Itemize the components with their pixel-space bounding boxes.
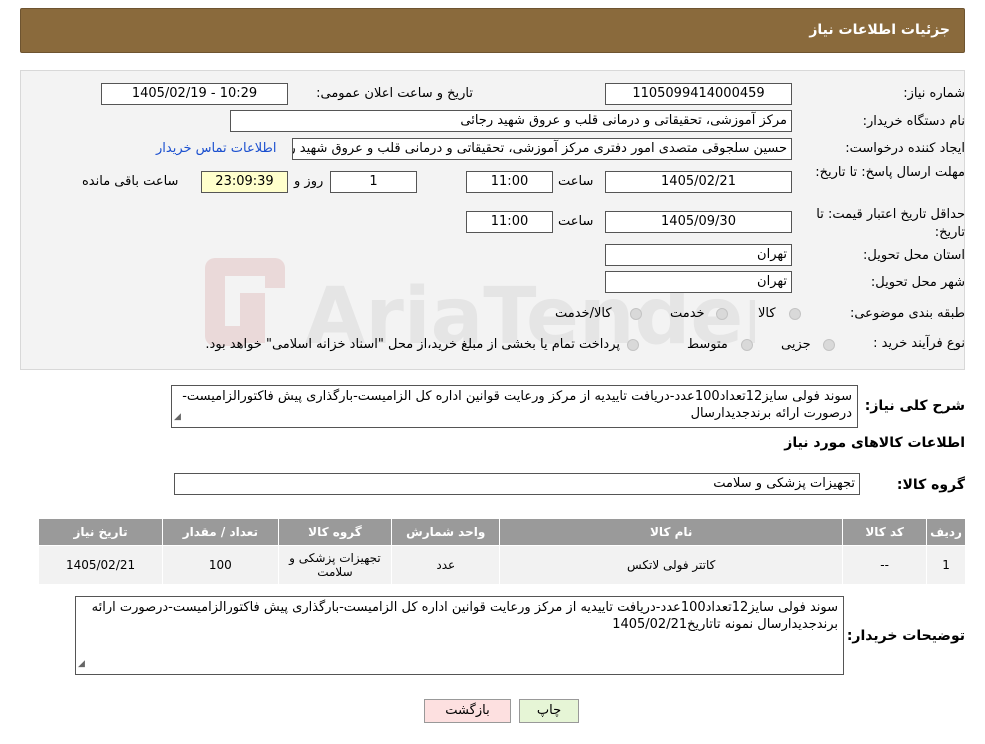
process-type-label: نوع فرآیند خرید : bbox=[873, 336, 965, 351]
requester-field[interactable]: حسین سلجوقی متصدی امور دفتری مرکز آموزشی… bbox=[292, 138, 792, 160]
print-button[interactable]: چاپ bbox=[519, 699, 579, 723]
category-goods-service-radio[interactable] bbox=[630, 308, 642, 320]
need-number-field[interactable]: 1105099414000459 bbox=[605, 83, 792, 105]
col-code-header: کد کالا bbox=[842, 518, 928, 546]
cell-qty: 100 bbox=[162, 545, 279, 585]
watermark-emblem-icon bbox=[205, 258, 285, 346]
deadline-date-field[interactable]: 1405/02/21 bbox=[605, 171, 792, 193]
resize-grip-icon[interactable]: ◢ bbox=[78, 656, 85, 673]
validity-time-field[interactable]: 11:00 bbox=[466, 211, 553, 233]
goods-table: ردیف کد کالا نام کالا واحد شمارش گروه کا… bbox=[37, 518, 966, 585]
category-goods-radio[interactable] bbox=[789, 308, 801, 320]
requester-label: ایجاد کننده درخواست: bbox=[845, 141, 965, 156]
category-service-radio[interactable] bbox=[716, 308, 728, 320]
cell-group: تجهیزات پزشکی و سلامت bbox=[277, 545, 393, 585]
category-goods-label: کالا bbox=[758, 306, 776, 321]
buyer-org-field[interactable]: مرکز آموزشی، تحقیقاتی و درمانی قلب و عرو… bbox=[230, 110, 792, 132]
cell-date: 1405/02/21 bbox=[37, 545, 164, 585]
process-treasury-radio[interactable] bbox=[627, 339, 639, 351]
table-row: 1 -- کاتتر فولی لاتکس عدد تجهیزات پزشکی … bbox=[37, 545, 966, 585]
deadline-label: مهلت ارسال پاسخ: تا تاریخ: bbox=[815, 165, 965, 180]
deadline-time-field[interactable]: 11:00 bbox=[466, 171, 553, 193]
category-service-label: خدمت bbox=[670, 306, 705, 321]
process-medium-label: متوسط bbox=[687, 337, 728, 352]
category-goods-service-label: کالا/خدمت bbox=[555, 306, 612, 321]
col-name-header: نام کالا bbox=[499, 518, 844, 546]
city-label: شهر محل تحویل: bbox=[870, 275, 965, 290]
deadline-time-label: ساعت bbox=[558, 174, 594, 189]
validity-time-label: ساعت bbox=[558, 214, 594, 229]
need-number-label: شماره نیاز: bbox=[903, 86, 965, 101]
page-header: جزئیات اطلاعات نیاز bbox=[20, 8, 965, 53]
remaining-time-label: ساعت باقی مانده bbox=[82, 174, 179, 189]
col-date-header: تاریخ نیاز bbox=[37, 518, 164, 546]
buyer-notes-textarea[interactable]: سوند فولی سایز12تعداد100عدد-دریافت تایید… bbox=[75, 596, 844, 675]
goods-group-field[interactable]: تجهیزات پزشکی و سلامت bbox=[174, 473, 860, 495]
process-minor-radio[interactable] bbox=[823, 339, 835, 351]
summary-text: سوند فولی سایز12تعداد100عدد-دریافت تایید… bbox=[182, 389, 852, 421]
process-medium-radio[interactable] bbox=[741, 339, 753, 351]
cell-unit: عدد bbox=[391, 545, 501, 585]
buyer-notes-label: توضیحات خریدار: bbox=[846, 628, 965, 644]
cell-name: کاتتر فولی لاتکس bbox=[499, 545, 844, 585]
col-qty-header: تعداد / مقدار bbox=[162, 518, 279, 546]
table-header-row: ردیف کد کالا نام کالا واحد شمارش گروه کا… bbox=[37, 518, 966, 546]
resize-grip-icon[interactable]: ◢ bbox=[174, 409, 181, 426]
days-label: روز و bbox=[294, 174, 324, 189]
cell-code: -- bbox=[842, 545, 928, 585]
summary-label: شرح کلی نیاز: bbox=[864, 398, 965, 414]
process-treasury-note: پرداخت تمام یا بخشی از مبلغ خرید،از محل … bbox=[205, 337, 620, 352]
back-button[interactable]: بازگشت bbox=[424, 699, 511, 723]
summary-textarea[interactable]: سوند فولی سایز12تعداد100عدد-دریافت تایید… bbox=[171, 385, 858, 428]
price-validity-label: حداقل تاریخ اعتبار قیمت: تا تاریخ: bbox=[816, 207, 965, 240]
remaining-time-field[interactable]: 23:09:39 bbox=[201, 171, 288, 193]
goods-section-title: اطلاعات کالاهای مورد نیاز bbox=[784, 435, 965, 451]
province-field[interactable]: تهران bbox=[605, 244, 792, 266]
announce-datetime-label: تاریخ و ساعت اعلان عمومی: bbox=[316, 86, 473, 101]
category-label: طبقه بندی موضوعی: bbox=[849, 306, 965, 321]
city-field[interactable]: تهران bbox=[605, 271, 792, 293]
province-label: استان محل تحویل: bbox=[863, 248, 965, 263]
cell-row: 1 bbox=[926, 545, 966, 585]
days-remaining-field[interactable]: 1 bbox=[330, 171, 417, 193]
validity-date-field[interactable]: 1405/09/30 bbox=[605, 211, 792, 233]
goods-table-wrapper: ردیف کد کالا نام کالا واحد شمارش گروه کا… bbox=[37, 518, 966, 585]
page-title: جزئیات اطلاعات نیاز bbox=[809, 22, 950, 38]
buyer-contact-link[interactable]: اطلاعات تماس خریدار bbox=[156, 141, 276, 156]
col-group-header: گروه کالا bbox=[277, 518, 393, 546]
buyer-notes-text: سوند فولی سایز12تعداد100عدد-دریافت تایید… bbox=[91, 600, 838, 632]
buyer-org-label: نام دستگاه خریدار: bbox=[862, 114, 965, 129]
goods-group-label: گروه کالا: bbox=[896, 477, 965, 493]
process-minor-label: جزیی bbox=[781, 337, 811, 352]
col-row-header: ردیف bbox=[926, 518, 966, 546]
col-unit-header: واحد شمارش bbox=[391, 518, 501, 546]
announce-datetime-field[interactable]: 1405/02/19 - 10:29 bbox=[101, 83, 288, 105]
